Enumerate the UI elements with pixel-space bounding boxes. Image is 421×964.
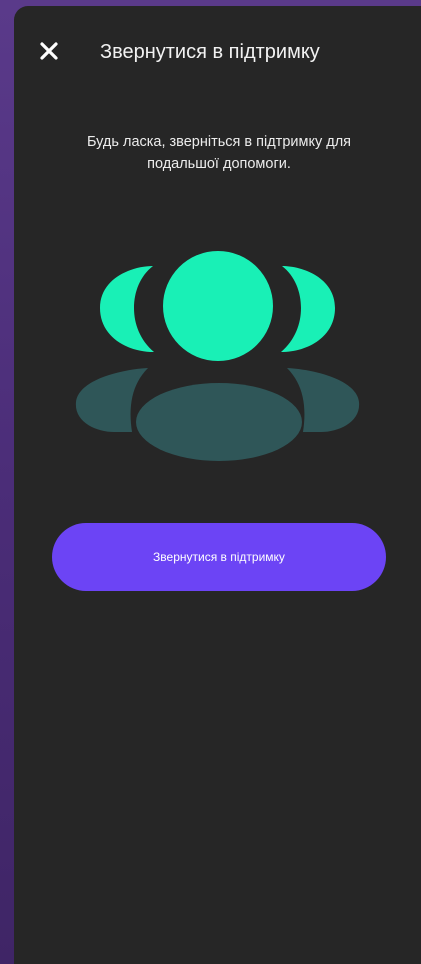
support-team-icon	[75, 251, 360, 461]
support-message: Будь ласка, зверніться в підтримку для п…	[86, 134, 352, 172]
close-icon	[40, 42, 58, 60]
device-frame: Звернутися в підтримку Будь ласка, зверн…	[0, 0, 421, 964]
close-button[interactable]	[34, 36, 64, 66]
contact-support-button[interactable]: Звернутися в підтримку	[52, 523, 386, 591]
support-screen: Звернутися в підтримку Будь ласка, зверн…	[14, 6, 421, 964]
center-person-head	[163, 251, 273, 361]
left-person-head	[100, 266, 154, 352]
top-bar: Звернутися в підтримку	[14, 6, 421, 98]
page-title: Звернутися в підтримку	[100, 41, 320, 63]
center-person-body	[136, 383, 302, 461]
right-person-head	[281, 266, 335, 352]
